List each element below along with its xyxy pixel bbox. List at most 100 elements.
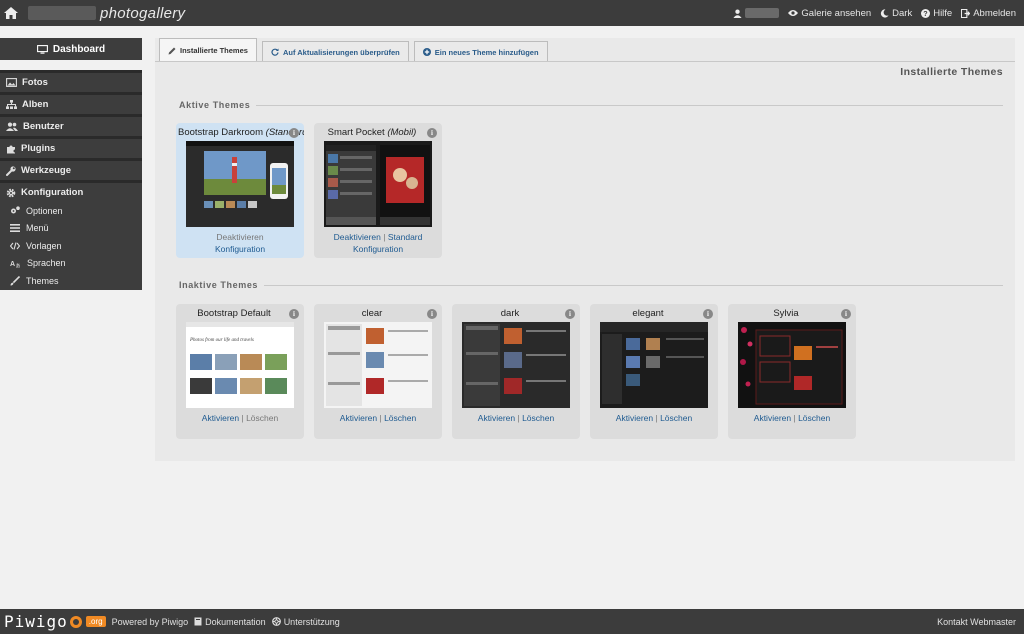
delete-link[interactable]: Löschen — [384, 413, 416, 423]
logout-link[interactable]: Abmelden — [961, 8, 1016, 19]
theme-name: Smart Pocket (Mobil) — [327, 127, 417, 138]
tab-add-theme[interactable]: Ein neues Theme hinzufügen — [413, 41, 548, 62]
support-label: Unterstützung — [283, 616, 340, 627]
code-icon — [10, 242, 20, 250]
info-icon[interactable]: i — [289, 128, 299, 138]
sitemap-icon — [6, 100, 17, 109]
sidebar-item-fotos[interactable]: Fotos — [0, 70, 142, 92]
documentation-link[interactable]: Dokumentation — [194, 617, 266, 627]
submenu-item-themes[interactable]: Themes — [0, 272, 142, 290]
info-icon[interactable]: i — [841, 309, 851, 319]
book-icon — [194, 617, 202, 626]
dark-mode-label: Dark — [892, 7, 913, 19]
theme-actions: Aktivieren | Löschen — [339, 413, 417, 423]
sidebar-item-benutzer[interactable]: Benutzer — [0, 114, 142, 136]
sidebar-item-label: Benutzer — [23, 121, 64, 132]
info-icon[interactable]: i — [565, 309, 575, 319]
documentation-label: Dokumentation — [205, 616, 266, 627]
brush-icon — [10, 275, 20, 286]
theme-name: dark — [500, 308, 520, 319]
powered-by-link[interactable]: Powered by Piwigo — [112, 617, 189, 627]
dashboard-button[interactable]: Dashboard — [0, 38, 142, 60]
theme-actions: Aktivieren | Löschen — [477, 413, 555, 423]
active-themes-legend: Aktive Themes — [165, 100, 1003, 110]
theme-screenshot[interactable] — [324, 322, 432, 408]
sidebar: Dashboard Fotos Alben Benutzer Plugins W… — [0, 26, 142, 304]
moon-icon — [881, 8, 889, 18]
inactive-themes-legend: Inaktive Themes — [165, 280, 1003, 290]
configuration-link[interactable]: Konfiguration — [215, 244, 265, 254]
logo-text: Piwigo — [4, 612, 68, 631]
sidebar-item-konfiguration[interactable]: Konfiguration — [0, 180, 142, 202]
theme-screenshot[interactable] — [738, 322, 846, 408]
sidebar-item-werkzeuge[interactable]: Werkzeuge — [0, 158, 142, 180]
submenu-item-menu[interactable]: Menü — [0, 220, 142, 238]
username-blurred — [745, 8, 780, 18]
submenu-item-sprachen[interactable]: Aあ Sprachen — [0, 255, 142, 273]
menu-icon — [10, 224, 20, 233]
dashboard-label: Dashboard — [52, 43, 106, 55]
home-icon[interactable] — [0, 0, 22, 26]
active-themes-heading: Aktive Themes — [179, 100, 251, 110]
contact-webmaster-link[interactable]: Kontakt Webmaster — [937, 617, 1024, 627]
plus-circle-icon — [422, 48, 431, 56]
theme-screenshot[interactable] — [462, 322, 570, 408]
sidebar-item-plugins[interactable]: Plugins — [0, 136, 142, 158]
theme-card-bootstrap-darkroom: Bootstrap Darkroom (Standard) i Dea — [176, 123, 304, 258]
wrench-icon — [6, 165, 16, 176]
activate-link[interactable]: Aktivieren — [616, 413, 653, 423]
submenu-item-vorlagen[interactable]: Vorlagen — [0, 237, 142, 255]
help-link[interactable]: ? Hilfe — [921, 8, 952, 19]
page-title: Installierte Themes — [900, 66, 1003, 78]
tab-check-updates[interactable]: Auf Aktualisierungen überprüfen — [261, 41, 409, 62]
activate-link[interactable]: Aktivieren — [478, 413, 515, 423]
delete-link[interactable]: Löschen — [798, 413, 830, 423]
piwigo-logo[interactable]: Piwigo .org — [4, 612, 106, 631]
user-icon — [733, 9, 742, 18]
sidebar-item-label: Alben — [22, 99, 49, 110]
theme-card-dark: dark i Aktivieren | Löschen — [452, 304, 580, 439]
eye-icon — [788, 10, 799, 16]
camera-icon — [69, 615, 82, 628]
config-submenu: Optionen Menü Vorlagen Aあ Sprachen Theme… — [0, 202, 142, 290]
support-link[interactable]: Unterstützung — [271, 616, 340, 627]
theme-screenshot[interactable] — [324, 141, 432, 227]
tab-installed-themes[interactable]: Installierte Themes — [159, 38, 257, 62]
deactivate-link[interactable]: Deaktivieren — [216, 232, 263, 242]
activate-link[interactable]: Aktivieren — [754, 413, 791, 423]
language-icon: Aあ — [10, 261, 21, 268]
image-icon — [6, 78, 17, 87]
delete-link[interactable]: Löschen — [522, 413, 554, 423]
info-icon[interactable]: i — [289, 309, 299, 319]
theme-name: Bootstrap Default — [197, 308, 271, 319]
preview-caption: Photos from our life and travels — [189, 338, 254, 343]
submenu-item-optionen[interactable]: Optionen — [0, 202, 142, 220]
configuration-link[interactable]: Konfiguration — [353, 244, 403, 254]
theme-screenshot[interactable]: Photos from our life and travels — [186, 322, 294, 408]
theme-screenshot[interactable] — [186, 141, 294, 227]
tab-bar: Installierte Themes Auf Aktualisierungen… — [159, 38, 548, 62]
view-gallery-link[interactable]: Galerie ansehen — [788, 8, 871, 19]
activate-link[interactable]: Aktivieren — [202, 413, 239, 423]
dark-mode-toggle[interactable]: Dark — [880, 8, 912, 19]
sidebar-item-alben[interactable]: Alben — [0, 92, 142, 114]
deactivate-link[interactable]: Deaktivieren — [334, 232, 381, 242]
info-icon[interactable]: i — [703, 309, 713, 319]
sidebar-item-label: Plugins — [21, 143, 56, 154]
info-icon[interactable]: i — [427, 309, 437, 319]
tab-label: Ein neues Theme hinzufügen — [434, 47, 539, 57]
theme-card-elegant: elegant i Aktivieren | Löschen — [590, 304, 718, 439]
theme-screenshot[interactable] — [600, 322, 708, 408]
inactive-themes-heading: Inaktive Themes — [179, 280, 259, 290]
svg-text:?: ? — [924, 9, 928, 18]
brand-title[interactable]: photogallery — [100, 5, 185, 22]
user-menu[interactable] — [733, 8, 780, 18]
top-bar: photogallery Galerie ansehen Dark ? Hilf… — [0, 0, 1024, 26]
sidebar-item-label: Werkzeuge — [21, 165, 71, 176]
activate-link[interactable]: Aktivieren — [340, 413, 377, 423]
tab-label: Auf Aktualisierungen überprüfen — [282, 47, 400, 57]
set-default-link[interactable]: Standard — [388, 232, 423, 242]
theme-name: Bootstrap Darkroom (Standard) — [178, 127, 304, 138]
info-icon[interactable]: i — [427, 128, 437, 138]
delete-link[interactable]: Löschen — [660, 413, 692, 423]
